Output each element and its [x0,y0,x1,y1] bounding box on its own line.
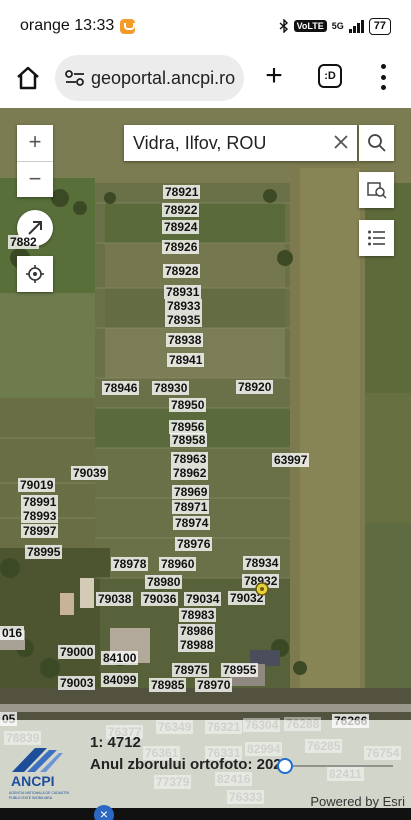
notification-app-icon [120,18,136,34]
esri-attribution[interactable]: Powered by Esri [310,794,405,808]
parcel-label[interactable]: 78920 [236,380,274,394]
address-bar[interactable]: geoportal.ancpi.ro [55,55,244,101]
volte-badge: VoLTE [293,20,327,32]
parcel-label[interactable]: 78997 [21,524,59,538]
clear-icon[interactable] [331,132,351,152]
site-settings-icon[interactable] [65,69,85,87]
parcel-label[interactable]: 79039 [71,466,109,480]
parcel-label[interactable]: 78941 [167,353,205,367]
parcel-label[interactable]: 79003 [58,676,96,690]
zoom-out-icon: − [28,166,42,191]
parcel-label[interactable]: 63997 [272,453,310,467]
parcel-label[interactable]: 78974 [173,516,211,530]
signal-icon [348,19,364,33]
parcel-label[interactable]: 84100 [101,651,139,665]
plus-icon: + [265,59,283,92]
parcel-label[interactable]: 78983 [179,608,217,622]
ancpi-logo: ANCPI AGENTIA NATIONALA DE CADASTRU SI P… [9,748,69,800]
parcel-label[interactable]: 84099 [101,673,139,687]
status-left: orange 13:33 [20,17,136,35]
parcel-label[interactable]: 79034 [184,592,222,606]
parcel-label[interactable]: 78955 [221,663,259,677]
parcel-label[interactable]: 016 [0,626,25,640]
layers-icon [366,182,387,199]
more-vert-icon[interactable] [376,64,390,90]
home-icon [17,66,39,90]
parcel-label[interactable]: 79000 [58,645,96,659]
system-navigation-bar [0,808,411,820]
search-button[interactable] [359,125,394,161]
parcel-label[interactable]: 78946 [102,381,140,395]
year-slider-knob[interactable] [277,758,293,774]
map-view[interactable]: + − 78921 78922 78924 7882 78926 78928 7… [0,108,411,808]
map-info-panel: ANCPI AGENTIA NATIONALA DE CADASTRU SI P… [0,720,411,808]
zoom-control: + − [17,125,53,197]
browser-toolbar: geoportal.ancpi.ro + :D [0,52,411,108]
parcel-label[interactable]: 78969 [172,485,210,499]
parcel-label[interactable]: 78921 [163,185,201,199]
parcel-label[interactable]: 78958 [170,433,208,447]
ortho-year-label: Anul zborului ortofoto: 2024 [90,756,290,773]
zoom-in-button[interactable]: + [17,125,53,161]
search-icon [367,134,386,152]
close-icon[interactable]: × [94,805,114,820]
svg-text:PUBLICITATE IMOBILIARA: PUBLICITATE IMOBILIARA [9,796,53,800]
home-button[interactable] [12,62,44,94]
parcel-label[interactable]: 78924 [162,220,200,234]
parcel-label[interactable]: 79036 [141,592,179,606]
carrier-time: orange 13:33 [20,17,115,34]
legend-button[interactable] [359,220,394,256]
parcel-label[interactable]: 78991 [21,495,59,509]
parcel-label[interactable]: 79019 [18,478,56,492]
parcel-label[interactable]: 78960 [159,557,197,571]
parcel-label[interactable]: 78926 [162,240,200,254]
map-scale: 1: 4712 [90,734,141,751]
parcel-label[interactable]: 78986 [178,624,216,638]
parcel-label[interactable]: 78935 [165,313,203,327]
svg-text:ANCPI: ANCPI [11,773,55,789]
parcel-label[interactable]: 78962 [171,466,209,480]
parcel-label[interactable]: 78930 [152,381,190,395]
locate-icon [26,265,44,283]
year-slider-track[interactable] [293,765,393,767]
parcel-label[interactable]: 78970 [195,678,233,692]
parcel-label[interactable]: 78995 [25,545,63,559]
status-bar: orange 13:33 VoLTE 5G 77 [0,0,411,52]
parcel-label[interactable]: 78971 [172,500,210,514]
parcel-label[interactable]: 78931 [164,285,202,299]
parcel-label[interactable]: 78956 [169,420,207,434]
parcel-label[interactable]: 78934 [243,556,281,570]
parcel-label[interactable]: 78993 [21,509,59,523]
parcel-label[interactable]: 78976 [175,537,213,551]
parcel-label[interactable]: 78933 [165,299,203,313]
parcel-label[interactable]: 78988 [178,638,216,652]
parcel-label[interactable]: 78950 [169,398,207,412]
new-tab-button[interactable]: + [259,59,289,92]
search-box [124,125,357,161]
parcel-label[interactable]: 78978 [111,557,149,571]
zoom-out-button[interactable]: − [17,161,53,197]
parcel-label[interactable]: 78938 [166,333,204,347]
map-location-marker [255,582,269,596]
legend-list-icon [367,230,385,246]
parcel-label[interactable]: 78922 [162,203,200,217]
network-type: 5G [331,21,344,31]
url-text[interactable]: geoportal.ancpi.ro [91,68,241,89]
parcel-label[interactable]: 78980 [145,575,183,589]
parcel-label[interactable]: 78963 [171,452,209,466]
bluetooth-icon [279,19,288,33]
svg-text:AGENTIA NATIONALA DE CADASTRU: AGENTIA NATIONALA DE CADASTRU SI [9,791,69,795]
battery-indicator: 77 [368,17,391,35]
parcel-label[interactable]: 79038 [96,592,134,606]
status-right: VoLTE 5G 77 [279,17,391,35]
parcel-label[interactable]: 78985 [149,678,187,692]
parcel-label[interactable]: 78928 [163,264,201,278]
zoom-in-icon: + [28,129,42,154]
search-input[interactable] [133,132,323,154]
parcel-label[interactable]: 78975 [172,663,210,677]
locate-button[interactable] [17,256,53,292]
layers-button[interactable] [359,172,394,208]
parcel-label[interactable]: 7882 [8,235,39,249]
tabs-button[interactable]: :D [318,64,342,88]
